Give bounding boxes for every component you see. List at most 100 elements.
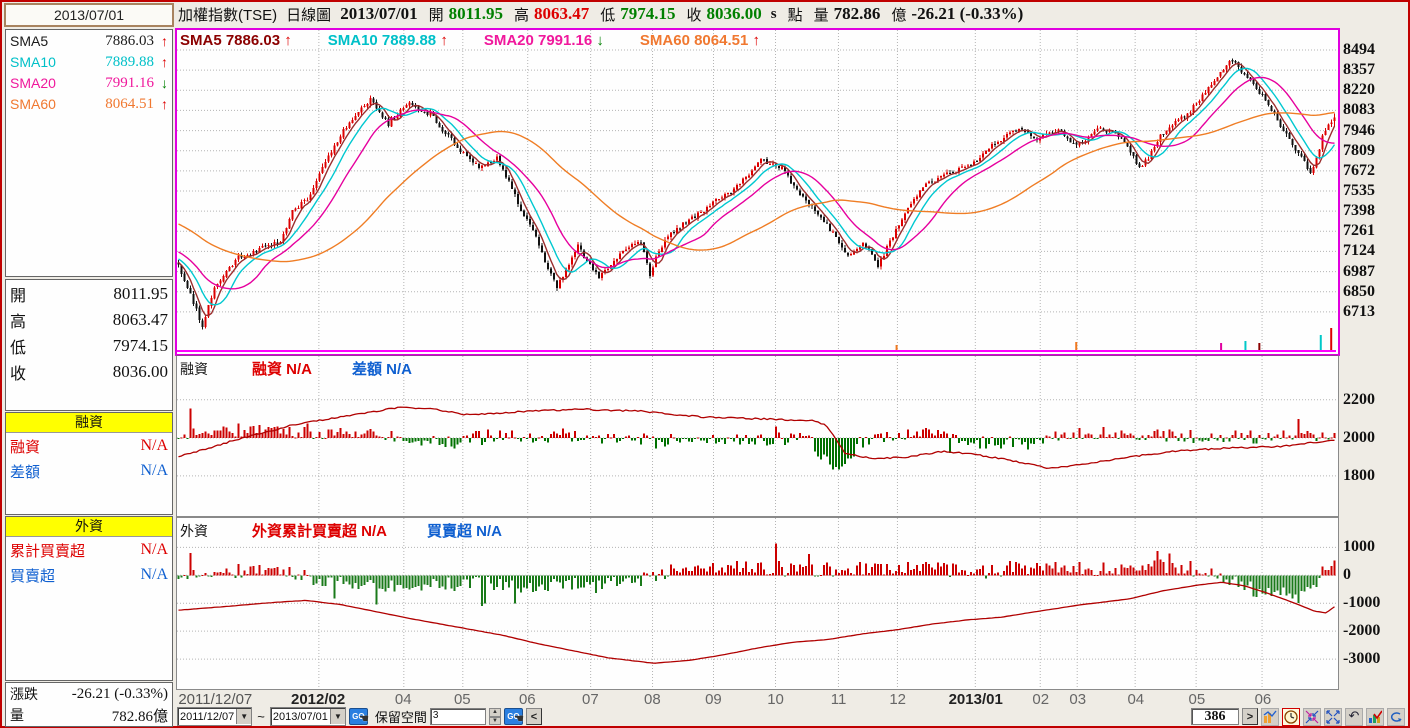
spinner-up-icon[interactable]: ▲ [488,708,501,717]
header-token: 日線圖 [286,6,332,24]
legend-item: 差額 N/A [352,361,413,378]
reserve-space-input[interactable]: 3 [429,708,486,725]
bar-chart-check-icon [1369,710,1382,723]
change-value: -26.21 (-0.33%) [71,685,168,702]
sma-row: SMA10 7889.88 ↑ [6,51,172,72]
x-tick-label: 11 [830,691,847,708]
x-tick-label: 02 [1032,691,1050,708]
margin-histogram-chart[interactable] [177,356,1336,514]
hand-icon: ☚ [514,713,524,725]
margin-legend: 融資 融資 N/A 差額 N/A [180,358,412,379]
y-tick-label: 6987 [1343,262,1375,280]
current-date-box[interactable]: 2013/07/01 [4,3,174,27]
ohlc-value: 7974.15 [112,335,168,355]
chevron-down-icon[interactable]: ▼ [329,709,345,724]
y-tick-label: 2200 [1343,390,1375,408]
time-mode-button[interactable] [1282,707,1300,726]
foreign-histogram-chart[interactable] [177,518,1336,687]
header-token: 高 [513,6,529,24]
foreign-header: 外資 [6,517,172,537]
go-button-2[interactable]: GO ☚ [503,708,524,725]
ohlc-row: 低 7974.15 [6,332,172,358]
arrows-outward-icon [1326,709,1340,724]
x-tick-label: 10 [767,691,784,708]
y-tick-label: 8357 [1343,61,1375,79]
y-tick-label: 8220 [1343,81,1375,99]
sma-value: 7991.16 [105,74,154,91]
reserve-space-label: 保留空間 [374,710,427,725]
legend-item: SMA5 7886.03 ↑ [180,32,292,49]
zoom-in-button[interactable] [1303,707,1321,726]
sma-label: SMA20 [10,75,56,91]
price-chart-panel[interactable] [175,28,1340,356]
change-value: 782.86億 [111,708,168,725]
header-token: 點 [787,6,803,24]
ohlc-label: 低 [10,339,27,357]
foreign-legend: 外資 外資累計買賣超 N/A 買賣超 N/A [180,520,502,541]
scroll-left-button[interactable]: < [525,708,542,725]
hand-icon: ☚ [359,713,369,725]
reserve-space-stepper[interactable]: ▲ ▼ [488,708,501,725]
refresh-button[interactable] [1387,707,1405,726]
header-token: 782.86 [833,4,881,23]
to-date-select[interactable]: 2013/07/01 ▼ [269,707,346,726]
scroll-right-button[interactable]: > [1242,708,1258,725]
y-tick-label: -3000 [1343,650,1381,668]
reserve-space-value: 3 [432,710,439,721]
from-date-select[interactable]: 2011/12/07 ▼ [177,707,253,726]
change-info-box: 漲跌 -26.21 (-0.33%) 量 782.86億 [5,682,173,727]
margin-value: N/A [140,437,168,454]
chevron-down-icon[interactable]: ▼ [236,709,252,724]
sma-label: SMA5 [10,33,49,49]
zoom-out-button[interactable] [1324,707,1342,726]
legend-item: 買賣超 N/A [427,523,503,540]
margin-label: 差額 [10,463,41,481]
ohlc-label: 開 [10,287,27,305]
x-tick-label: 05 [453,691,471,708]
foreign-legend-title: 外資 [180,522,208,539]
header-bar: 加權指數(TSE) 日線圖 2013/07/01 開 8011.95 高 8063.47 低 7… [178,2,1404,26]
margin-chart-panel[interactable] [176,355,1339,517]
x-tick-label: 12 [889,691,907,708]
go-button[interactable]: GO ☚ [348,708,369,725]
ohlc-value: 8063.47 [112,309,168,329]
foreign-chart-panel[interactable] [176,517,1339,690]
trend-up-icon: ↑ [440,32,448,49]
header-token: 2013/07/01 [340,4,418,23]
from-date-value: 2011/12/07 [180,710,235,723]
y-tick-label: 7398 [1343,202,1375,220]
y-tick-label: 8083 [1343,101,1375,119]
ohlc-row: 高 8063.47 [6,306,172,332]
y-tick-label: -1000 [1343,594,1381,612]
y-tick-label: 7672 [1343,161,1375,179]
sma-label: SMA10 [10,54,56,70]
x-tick-label: 03 [1069,691,1087,708]
x-tick-label: 04 [394,691,412,708]
header-token: 7974.15 [620,4,676,23]
spinner-down-icon[interactable]: ▼ [488,716,501,725]
y-tick-label: 7124 [1343,242,1375,260]
trend-up-icon: ↑ [284,32,292,49]
header-token: 低 [600,6,616,24]
sma-row: SMA60 8064.51 ↑ [6,93,172,114]
legend-item: SMA60 8064.51 ↑ [639,32,760,49]
chart-style-button[interactable] [1261,707,1279,726]
candle-count-box[interactable]: 386 [1191,708,1239,725]
sma-value: 8064.51 [105,95,154,112]
price-legend: SMA5 7886.03 ↑ SMA10 7889.88 ↑ SMA20 7991.… [180,32,760,49]
header-token: s [770,5,777,22]
header-token: 加權指數(TSE) [178,6,278,24]
margin-info-box: 融資 融資 N/A 差額 N/A [5,412,173,515]
x-tick-label: 04 [1127,691,1145,708]
y-tick-label: 7535 [1343,182,1375,199]
undo-button[interactable]: ↶ [1345,707,1363,726]
stats-button[interactable] [1366,707,1384,726]
y-tick-label: -2000 [1343,622,1381,640]
ohlc-row: 收 8036.00 [6,358,172,384]
header-token: -26.21 (-0.33%) [911,4,1024,23]
y-tick-label: 7809 [1343,141,1375,159]
app-window: 2013/07/01 加權指數(TSE) 日線圖 2013/07/01 開 8011.9… [0,0,1410,728]
x-tick-label: 08 [644,691,661,708]
candlestick-chart[interactable] [177,30,1336,352]
y-tick-label: 1000 [1343,538,1375,556]
